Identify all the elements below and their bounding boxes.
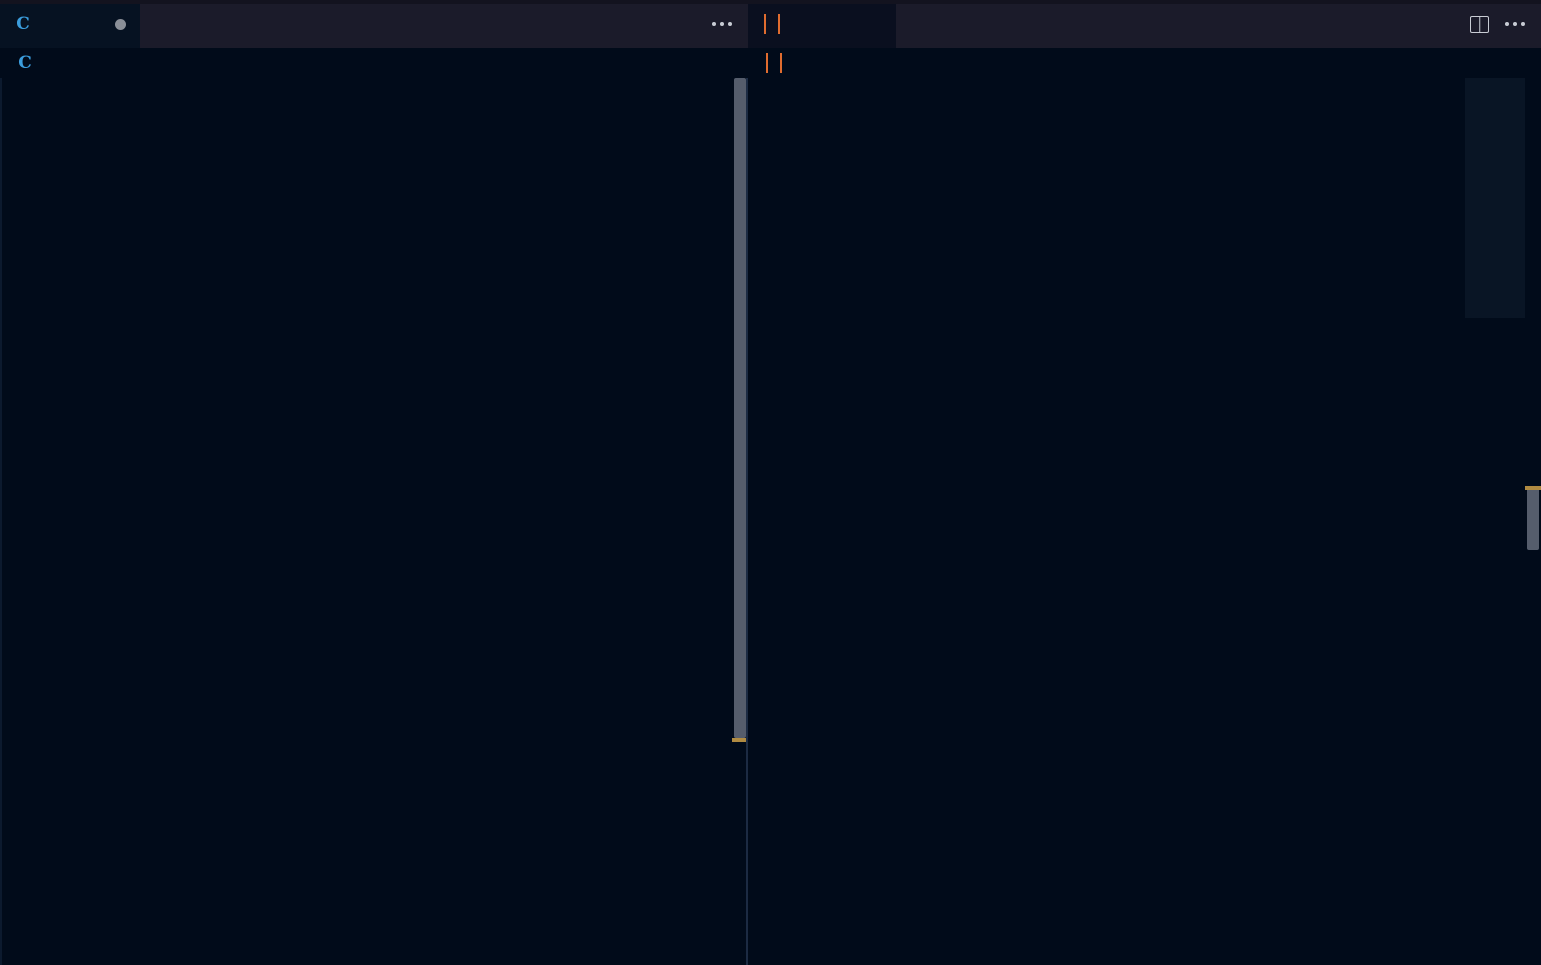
c-language-icon: C: [18, 52, 32, 73]
editor-group-right: [748, 0, 1541, 965]
binary-file-icon: [764, 14, 780, 34]
tabbar-actions-right: [1470, 0, 1541, 48]
scrollbar-thumb[interactable]: [1527, 488, 1539, 550]
c-language-icon: C: [16, 13, 30, 34]
vertical-scrollbar-right[interactable]: [1525, 78, 1541, 965]
more-actions-icon[interactable]: [1505, 0, 1525, 48]
scrollbar-thumb[interactable]: [734, 78, 746, 738]
tab-test-c[interactable]: C: [0, 0, 140, 48]
unsaved-changes-dot[interactable]: [115, 18, 126, 30]
tabbar-right: [748, 0, 1541, 48]
tabbar-left: C: [0, 0, 748, 48]
vscode-window: C C: [0, 0, 1541, 965]
breadcrumb-right[interactable]: [748, 48, 1541, 78]
code-content-asm[interactable]: [748, 78, 1541, 965]
code-content-c[interactable]: [0, 78, 748, 965]
more-actions-icon[interactable]: [712, 0, 732, 48]
window-top-strip: [0, 0, 1541, 4]
overview-ruler-mark: [1525, 486, 1541, 490]
code-editor-asm[interactable]: [748, 78, 1541, 965]
editor-group-left: C C: [0, 0, 748, 965]
code-editor-c[interactable]: [0, 78, 748, 965]
minimap-slider-right[interactable]: [1465, 78, 1525, 318]
binary-file-icon: [766, 53, 782, 73]
split-editor-icon[interactable]: [1470, 15, 1489, 33]
tabbar-actions-left: [712, 0, 748, 48]
breadcrumb-left[interactable]: C: [0, 48, 748, 78]
tab-test-s[interactable]: [748, 0, 896, 48]
